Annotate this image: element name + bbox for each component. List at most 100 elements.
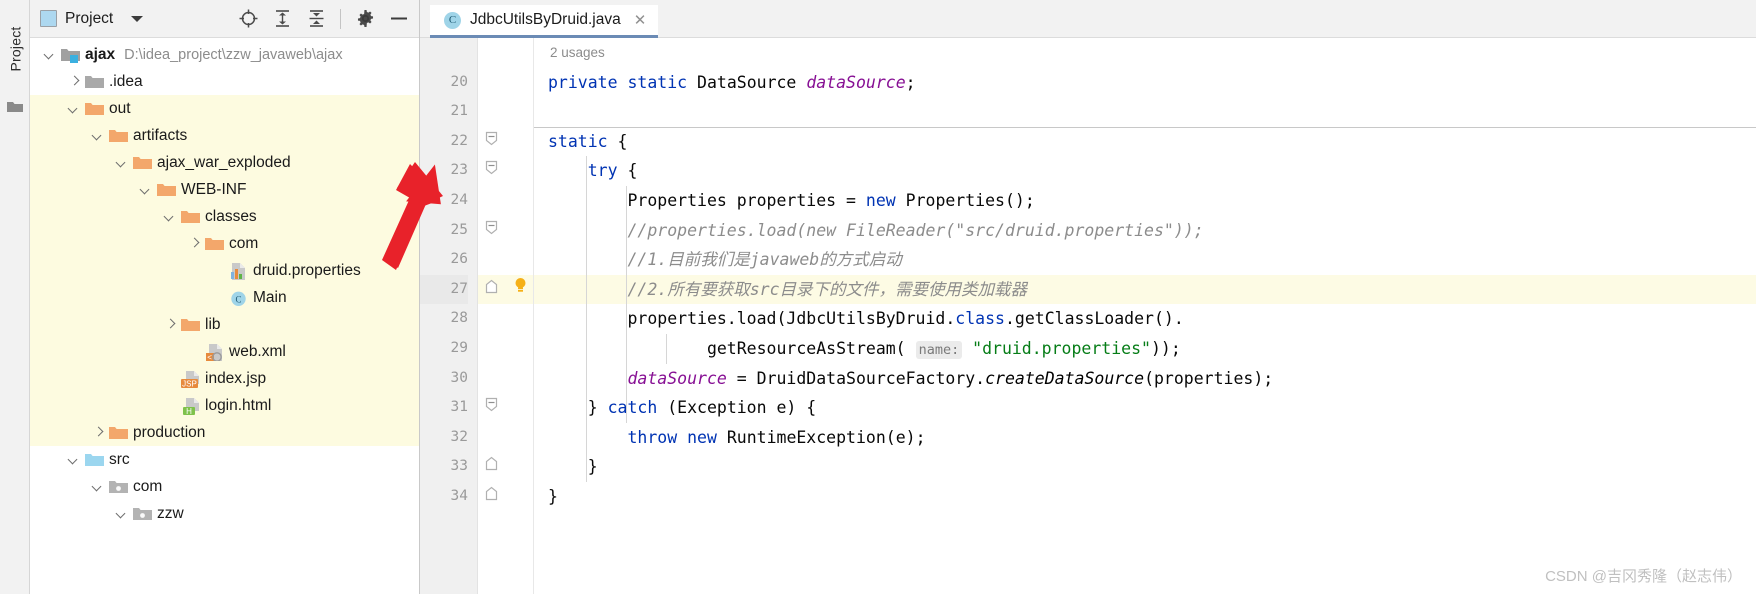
chevron-down-icon[interactable]: [68, 453, 82, 467]
inlay-usages-hint[interactable]: 2 usages: [534, 38, 1756, 68]
tree-row-classes[interactable]: classes: [30, 203, 419, 230]
code-token: ));: [1150, 338, 1181, 358]
line-number-gutter: 20 21 22 23 24 25 26 27 28 29 30 31 32 33 34: [420, 38, 478, 594]
tree-row--idea[interactable]: .idea: [30, 68, 419, 95]
chevron-down-icon[interactable]: [116, 156, 130, 170]
tree-row-login-html[interactable]: Hlogin.html: [30, 392, 419, 419]
code-line-33[interactable]: }: [534, 452, 1756, 482]
fold-marker-33[interactable]: [478, 452, 506, 482]
no-toggle: [164, 399, 178, 413]
fold-marker-25[interactable]: [478, 216, 506, 246]
code-lines[interactable]: 2 usages private static DataSource dataSo…: [534, 38, 1756, 594]
code-line-25[interactable]: //properties.load(new FileReader("src/dr…: [534, 216, 1756, 246]
project-panel-title-group[interactable]: Project: [36, 8, 147, 30]
tree-row-index-jsp[interactable]: JSP index.jsp: [30, 365, 419, 392]
code-line-32[interactable]: throw new RuntimeException(e);: [534, 423, 1756, 453]
chevron-down-icon[interactable]: [131, 15, 144, 22]
hint-gutter[interactable]: [506, 38, 534, 594]
chevron-down-icon[interactable]: [68, 102, 82, 116]
code-line-23[interactable]: try {: [534, 156, 1756, 186]
indent-guide: [666, 334, 667, 364]
hint-blank: [506, 482, 533, 512]
expand-all-icon[interactable]: [272, 9, 292, 29]
code-token: getResourceAsStream(: [548, 338, 916, 358]
target-locate-icon[interactable]: [238, 9, 258, 29]
fold-close-icon[interactable]: [485, 452, 498, 471]
minimize-icon[interactable]: [389, 9, 409, 29]
tool-window-button-project[interactable]: Project: [0, 4, 30, 94]
tree-row-web-xml[interactable]: < web.xml: [30, 338, 419, 365]
code-line-29[interactable]: getResourceAsStream( name: "druid.proper…: [534, 334, 1756, 364]
fold-marker-23[interactable]: [478, 156, 506, 186]
fold-open-icon[interactable]: [485, 393, 498, 412]
chevron-right-icon[interactable]: [92, 426, 106, 440]
close-icon[interactable]: ✕: [634, 11, 647, 29]
code-line-20[interactable]: private static DataSource dataSource;: [534, 68, 1756, 98]
tree-row-zzw[interactable]: zzw: [30, 500, 419, 527]
chevron-right-icon[interactable]: [188, 237, 202, 251]
tree-row-out[interactable]: out: [30, 95, 419, 122]
code-line-24[interactable]: Properties properties = new Properties()…: [534, 186, 1756, 216]
editor-tab-jdbcutilsbydruid[interactable]: C JdbcUtilsByDruid.java ✕: [430, 5, 659, 38]
chevron-down-icon[interactable]: [44, 48, 58, 62]
code-line-21[interactable]: [534, 97, 1756, 127]
fold-open-icon[interactable]: [485, 127, 498, 146]
line-number-31: 31: [450, 399, 468, 416]
tree-row-main[interactable]: C Main: [30, 284, 419, 311]
collapse-all-icon[interactable]: [306, 9, 326, 29]
project-tree[interactable]: ajax D:\idea_project\zzw_javaweb\ajax .ide…: [30, 38, 419, 594]
fold-close-icon[interactable]: [485, 275, 498, 293]
chevron-down-icon[interactable]: [92, 480, 106, 494]
code-token: new: [687, 427, 717, 447]
line-number-29: 29: [450, 339, 468, 356]
intention-bulb-27[interactable]: [506, 274, 533, 305]
structure-icon[interactable]: [7, 100, 23, 113]
tree-item-label: druid.properties: [253, 261, 361, 279]
code-line-28[interactable]: properties.load(JdbcUtilsByDruid.class.g…: [534, 304, 1756, 334]
project-panel-title: Project: [65, 9, 114, 27]
fold-gutter[interactable]: [478, 38, 506, 594]
tree-row-ajax-war-exploded[interactable]: ajax_war_exploded: [30, 149, 419, 176]
orange-folder-icon: [85, 101, 104, 117]
gear-icon[interactable]: [355, 9, 375, 29]
tree-row-src[interactable]: src: [30, 446, 419, 473]
tree-row-druid-properties[interactable]: druid.properties: [30, 257, 419, 284]
tree-item-label: src: [109, 450, 130, 468]
gutter-blank: [420, 38, 468, 68]
chevron-down-icon[interactable]: [140, 183, 154, 197]
fold-marker-31[interactable]: [478, 393, 506, 423]
code-line-22[interactable]: static {: [534, 127, 1756, 157]
tree-row-ajax[interactable]: ajax D:\idea_project\zzw_javaweb\ajax: [30, 41, 419, 68]
code-editor[interactable]: 20 21 22 23 24 25 26 27 28 29 30 31 32 33 34 2 usages p…: [420, 38, 1756, 594]
lightbulb-icon[interactable]: [514, 275, 527, 292]
line-number-30: 30: [450, 369, 468, 386]
tree-row-production[interactable]: production: [30, 419, 419, 446]
fold-close-icon[interactable]: [485, 482, 498, 501]
chevron-right-icon[interactable]: [164, 318, 178, 332]
code-token: "druid.properties": [972, 338, 1151, 358]
code-line-31[interactable]: } catch (Exception e) {: [534, 393, 1756, 423]
indent-guide: [626, 186, 627, 423]
chevron-down-icon[interactable]: [164, 210, 178, 224]
chevron-down-icon[interactable]: [116, 507, 130, 521]
fold-marker-22[interactable]: [478, 127, 506, 157]
code-line-30[interactable]: dataSource = DruidDataSourceFactory.crea…: [534, 364, 1756, 394]
code-line-34[interactable]: }: [534, 482, 1756, 512]
chevron-down-icon[interactable]: [92, 129, 106, 143]
tree-row-com[interactable]: com: [30, 473, 419, 500]
code-line-27[interactable]: //2.所有要获取src目录下的文件，需要使用类加载器: [534, 274, 1756, 305]
chevron-right-icon[interactable]: [68, 75, 82, 89]
fold-open-icon[interactable]: [485, 156, 498, 175]
hint-blank: [506, 393, 533, 423]
fold-open-icon[interactable]: [485, 216, 498, 234]
code-line-26[interactable]: //1.目前我们是javaweb的方式启动: [534, 245, 1756, 275]
tree-item-label: production: [133, 423, 206, 441]
tree-item-label: classes: [205, 207, 257, 225]
fold-marker-27[interactable]: [478, 274, 506, 305]
tree-row-web-inf[interactable]: WEB-INF: [30, 176, 419, 203]
fold-marker-34[interactable]: [478, 482, 506, 512]
tree-row-artifacts[interactable]: artifacts: [30, 122, 419, 149]
tree-row-com[interactable]: com: [30, 230, 419, 257]
tree-item-label: ajax: [85, 45, 116, 63]
tree-row-lib[interactable]: lib: [30, 311, 419, 338]
